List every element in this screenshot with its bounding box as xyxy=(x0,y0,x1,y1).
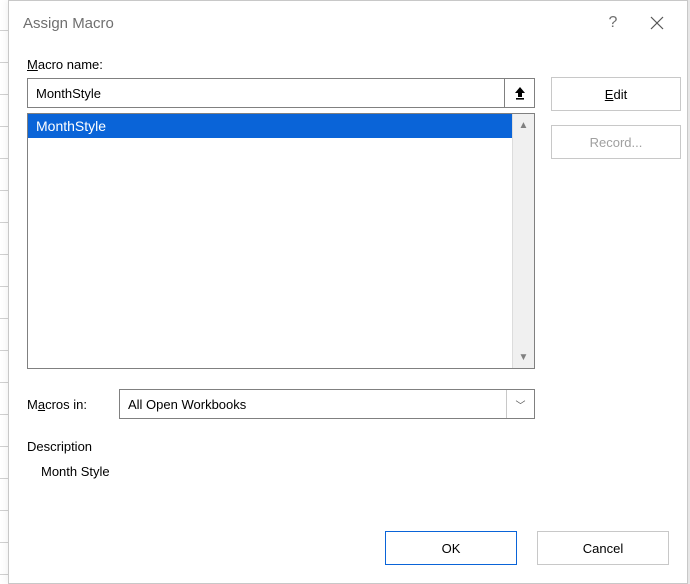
cancel-button[interactable]: Cancel xyxy=(537,531,669,565)
macro-name-row xyxy=(27,78,535,108)
macro-name-label: Macro name: xyxy=(27,57,535,72)
edit-button[interactable]: Edit xyxy=(551,77,681,111)
macros-in-label: Macros in: xyxy=(27,397,119,412)
close-icon xyxy=(650,16,664,30)
dialog-footer: OK Cancel xyxy=(385,531,669,565)
scroll-up-icon[interactable]: ▲ xyxy=(513,114,534,136)
right-column: Edit Record... xyxy=(551,77,681,159)
description-text: Month Style xyxy=(41,464,535,479)
macros-in-combo[interactable]: All Open Workbooks ﹀ xyxy=(119,389,535,419)
dialog-title: Assign Macro xyxy=(23,15,591,32)
macro-list-inner: MonthStyle xyxy=(28,114,512,368)
macros-in-row: Macros in: All Open Workbooks ﹀ xyxy=(27,389,535,419)
record-button[interactable]: Record... xyxy=(551,125,681,159)
up-arrow-icon xyxy=(513,85,527,101)
macros-in-value: All Open Workbooks xyxy=(128,397,246,412)
chevron-down-icon: ﹀ xyxy=(506,390,534,418)
description-label: Description xyxy=(27,439,535,454)
left-column: Macro name: MonthStyle ▲ ▼ xyxy=(27,57,535,479)
list-item[interactable]: MonthStyle xyxy=(28,114,512,138)
dialog-titlebar: Assign Macro ? xyxy=(9,1,687,45)
close-button[interactable] xyxy=(635,1,679,45)
assign-macro-dialog: Assign Macro ? Macro name: xyxy=(8,0,688,584)
scroll-down-icon[interactable]: ▼ xyxy=(513,346,534,368)
macro-list[interactable]: MonthStyle ▲ ▼ xyxy=(27,113,535,369)
dialog-body: Macro name: MonthStyle ▲ ▼ xyxy=(27,57,669,565)
macro-name-input[interactable] xyxy=(27,78,505,108)
ok-button[interactable]: OK xyxy=(385,531,517,565)
scrollbar[interactable]: ▲ ▼ xyxy=(512,114,534,368)
go-button[interactable] xyxy=(505,78,535,108)
help-button[interactable]: ? xyxy=(591,1,635,45)
